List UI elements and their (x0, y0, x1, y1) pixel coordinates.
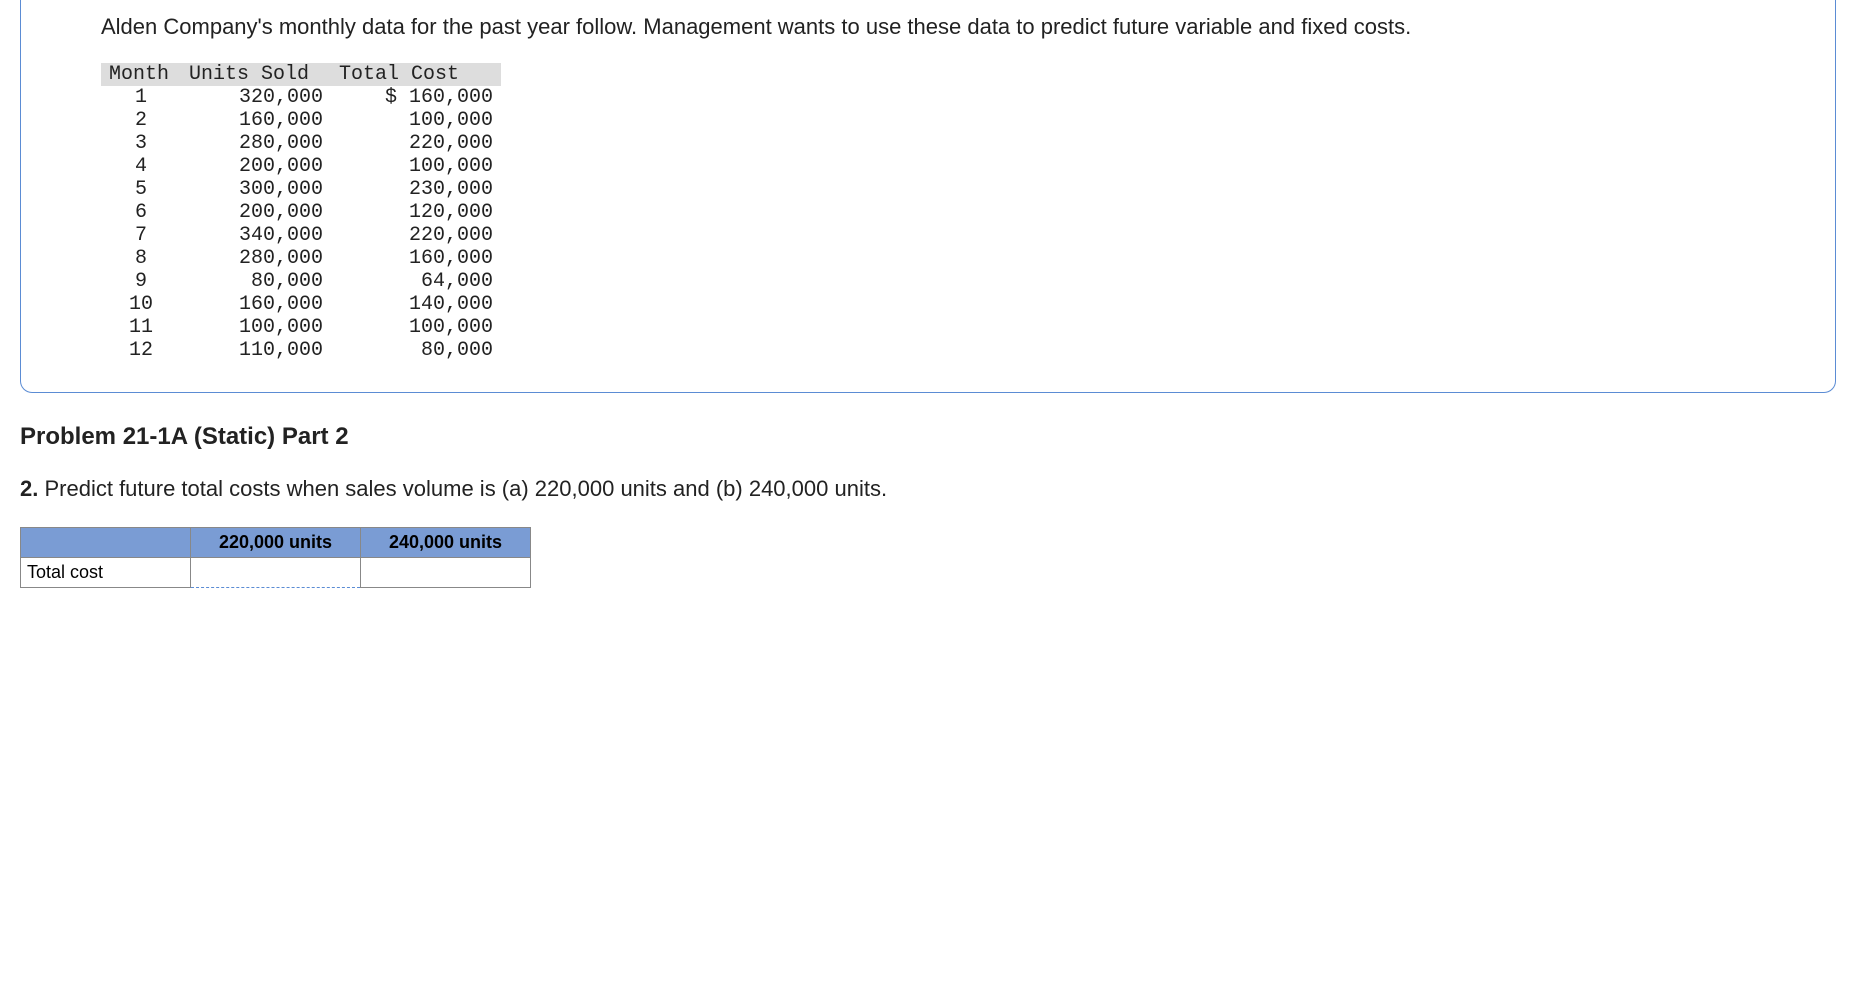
table-row: 1320,000$ 160,000 (101, 86, 501, 109)
cell-month: 11 (101, 316, 181, 339)
table-row: 980,00064,000 (101, 270, 501, 293)
question-text: Predict future total costs when sales vo… (44, 476, 887, 501)
cell-units: 280,000 (181, 132, 331, 155)
cell-units: 160,000 (181, 293, 331, 316)
cell-cost: 80,000 (331, 339, 501, 362)
monthly-data-table: Month Units Sold Total Cost 1320,000$ 16… (101, 63, 501, 362)
header-cost: Total Cost (331, 63, 501, 86)
answer-table: 220,000 units 240,000 units Total cost (20, 527, 531, 588)
question-line: 2. Predict future total costs when sales… (20, 476, 1836, 502)
table-row: 2160,000100,000 (101, 109, 501, 132)
table-row: 11100,000100,000 (101, 316, 501, 339)
header-units: Units Sold (181, 63, 331, 86)
answer-header-blank (21, 528, 191, 558)
cell-units: 200,000 (181, 201, 331, 224)
header-month: Month (101, 63, 181, 86)
cell-month: 9 (101, 270, 181, 293)
answer-input-220k-field[interactable] (199, 562, 352, 583)
problem-box: Alden Company's monthly data for the pas… (20, 0, 1836, 393)
table-row: 7340,000220,000 (101, 224, 501, 247)
cell-cost: 100,000 (331, 155, 501, 178)
cell-month: 12 (101, 339, 181, 362)
cell-month: 6 (101, 201, 181, 224)
cell-units: 300,000 (181, 178, 331, 201)
table-row: 12110,00080,000 (101, 339, 501, 362)
cell-month: 3 (101, 132, 181, 155)
answer-row-label: Total cost (21, 558, 191, 588)
answer-header-col2: 240,000 units (361, 528, 531, 558)
answer-input-240k[interactable] (361, 558, 531, 588)
cell-cost: 230,000 (331, 178, 501, 201)
cell-month: 8 (101, 247, 181, 270)
problem-title: Problem 21-1A (Static) Part 2 (20, 423, 1836, 451)
table-row: 3280,000220,000 (101, 132, 501, 155)
cell-cost: 220,000 (331, 132, 501, 155)
table-row: 10160,000140,000 (101, 293, 501, 316)
cell-month: 4 (101, 155, 181, 178)
answer-input-220k[interactable] (191, 558, 361, 588)
cell-units: 160,000 (181, 109, 331, 132)
table-row: 8280,000160,000 (101, 247, 501, 270)
question-number: 2. (20, 476, 38, 501)
cell-month: 7 (101, 224, 181, 247)
cell-month: 10 (101, 293, 181, 316)
cell-cost: 160,000 (331, 247, 501, 270)
table-row: 6200,000120,000 (101, 201, 501, 224)
cell-cost: 220,000 (331, 224, 501, 247)
cell-cost: 100,000 (331, 316, 501, 339)
cell-month: 2 (101, 109, 181, 132)
cell-units: 280,000 (181, 247, 331, 270)
cell-month: 1 (101, 86, 181, 109)
table-row: 5300,000230,000 (101, 178, 501, 201)
data-table-wrapper: Month Units Sold Total Cost 1320,000$ 16… (21, 63, 1835, 362)
problem-intro-text: Alden Company's monthly data for the pas… (21, 10, 1835, 43)
cell-units: 80,000 (181, 270, 331, 293)
cell-units: 340,000 (181, 224, 331, 247)
cell-units: 100,000 (181, 316, 331, 339)
cell-cost: 140,000 (331, 293, 501, 316)
cell-units: 320,000 (181, 86, 331, 109)
cell-month: 5 (101, 178, 181, 201)
cell-units: 200,000 (181, 155, 331, 178)
cell-cost: 64,000 (331, 270, 501, 293)
cell-units: 110,000 (181, 339, 331, 362)
answer-header-col1: 220,000 units (191, 528, 361, 558)
cell-cost: 120,000 (331, 201, 501, 224)
cell-cost: 100,000 (331, 109, 501, 132)
table-row: 4200,000100,000 (101, 155, 501, 178)
answer-input-240k-field[interactable] (369, 562, 522, 583)
cell-cost: $ 160,000 (331, 86, 501, 109)
